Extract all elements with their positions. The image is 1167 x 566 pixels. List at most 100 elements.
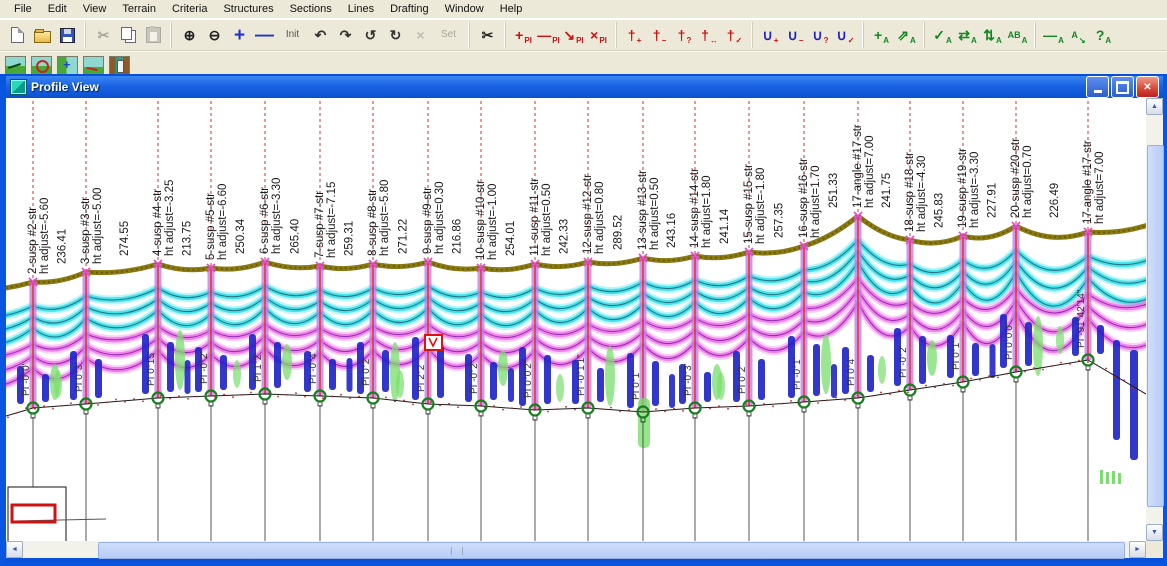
svg-text:11-susp #11-str: 11-susp #11-str — [529, 178, 541, 256]
add-section-button[interactable]: ∪+ — [758, 23, 783, 47]
scroll-down-icon[interactable]: ▼ — [1146, 524, 1163, 541]
cut-button[interactable]: ✂ — [91, 23, 116, 47]
profile-view-titlebar[interactable]: Profile View ✕ — [6, 76, 1163, 98]
svg-text:271.22: 271.22 — [398, 219, 410, 254]
label-add-button[interactable]: +A — [869, 23, 894, 47]
move-structure-button[interactable]: †↔ — [697, 23, 722, 47]
save-button[interactable] — [55, 23, 80, 47]
zoom-out-button[interactable]: ⊖ — [202, 23, 227, 47]
menu-file[interactable]: File — [6, 1, 40, 17]
set-button[interactable]: Set — [433, 23, 464, 47]
toolbar-group — [2, 22, 83, 48]
zoom-plus-button[interactable]: + — [227, 23, 252, 47]
label-check-button[interactable]: ✓A — [930, 23, 955, 47]
updown-a-icon-sub: A — [996, 35, 1002, 46]
vertical-scrollbar[interactable]: ▲ ▼ — [1146, 98, 1163, 541]
pan-button[interactable]: × — [408, 23, 433, 47]
label-question-button[interactable]: ?A — [1091, 23, 1116, 47]
menu-window[interactable]: Window — [437, 1, 492, 17]
scroll-left-icon[interactable]: ◄ — [6, 541, 23, 558]
menu-lines[interactable]: Lines — [340, 1, 382, 17]
close-button[interactable]: ✕ — [1136, 76, 1159, 98]
svg-text:ht adjust=-1.80: ht adjust=-1.80 — [755, 168, 767, 244]
menu-edit[interactable]: Edit — [40, 1, 75, 17]
delete-structure-button[interactable]: †− — [647, 23, 672, 47]
svg-text:4-susp #4-str: 4-susp #4-str — [152, 189, 164, 256]
menu-drafting[interactable]: Drafting — [382, 1, 437, 17]
svg-text:216.86: 216.86 — [452, 219, 464, 254]
label-updown-button[interactable]: ⇅A — [980, 23, 1005, 47]
svg-text:PI -0°0': PI -0°0' — [21, 363, 32, 396]
arrow-a-icon: ⇗ — [897, 28, 909, 42]
svg-text:3-susp #3-str: 3-susp #3-str — [80, 197, 92, 264]
menu-structures[interactable]: Structures — [215, 1, 281, 17]
scroll-up-icon[interactable]: ▲ — [1146, 98, 1163, 115]
svg-text:16-susp #16-str: 16-susp #16-str — [798, 158, 810, 238]
svg-text:PI -0°1': PI -0°1' — [792, 357, 803, 390]
sag-check-icon: ∪ — [837, 28, 847, 42]
toolbar-group: ✓A⇄A⇅AABA — [924, 22, 1033, 48]
horizontal-scroll-thumb[interactable] — [98, 542, 1125, 559]
copy-button[interactable] — [116, 23, 141, 47]
svg-text:PI 0°4': PI 0°4' — [846, 357, 857, 386]
svg-text:241.14: 241.14 — [719, 208, 731, 244]
menu-criteria[interactable]: Criteria — [164, 1, 215, 17]
rotate-right-button[interactable]: ↷ — [333, 23, 358, 47]
label-drag-button[interactable]: ⇗A — [894, 23, 919, 47]
svg-text:ht adjust=-5.80: ht adjust=-5.80 — [379, 180, 391, 256]
minus-pi-icon: — — [537, 28, 551, 42]
svg-text:227.91: 227.91 — [987, 183, 999, 218]
svg-text:ht adjust=-6.60: ht adjust=-6.60 — [217, 184, 229, 260]
scissors-icon: ✂ — [98, 28, 110, 42]
horizontal-scrollbar[interactable]: ◄ ► — [6, 541, 1146, 558]
svg-text:PI -0°2': PI -0°2' — [898, 345, 909, 378]
label-abc-button[interactable]: ABA — [1005, 23, 1030, 47]
menu-sections[interactable]: Sections — [282, 1, 340, 17]
new-button[interactable] — [5, 23, 30, 47]
cancel-pi-button[interactable]: ×PI — [586, 23, 611, 47]
svg-text:PI 0°0'0": PI 0°0'0" — [1004, 321, 1015, 360]
open-button[interactable] — [30, 23, 55, 47]
menu-view[interactable]: View — [75, 1, 115, 17]
delete-pi-button[interactable]: —PI — [536, 23, 561, 47]
add-structure-button[interactable]: †+ — [622, 23, 647, 47]
label-swap-button[interactable]: ⇄A — [955, 23, 980, 47]
svg-text:PI -0°3': PI -0°3' — [683, 363, 694, 396]
svg-text:226.49: 226.49 — [1049, 183, 1061, 218]
x-pi-icon: × — [590, 28, 598, 42]
scroll-right-icon[interactable]: ► — [1129, 541, 1146, 558]
svg-text:20-susp #20-str: 20-susp #20-str — [1010, 138, 1022, 218]
rotate-ccw-button[interactable]: ↺ — [358, 23, 383, 47]
init-button[interactable]: Init — [277, 23, 308, 47]
profile-view-window: Profile View ✕ 2-susp #2-strht adjust=-5… — [0, 76, 1167, 566]
check-structure-button[interactable]: †✓ — [722, 23, 747, 47]
vertical-scroll-thumb[interactable] — [1147, 145, 1164, 507]
rotate-left-button[interactable]: ↶ — [308, 23, 333, 47]
question-a-icon: ? — [1096, 28, 1105, 42]
section-info-button[interactable]: ∪? — [808, 23, 833, 47]
label-minus-button[interactable]: —A — [1041, 23, 1066, 47]
menu-terrain[interactable]: Terrain — [114, 1, 164, 17]
maximize-button[interactable] — [1111, 76, 1134, 98]
structure-check-icon-sub: ✓ — [736, 35, 743, 46]
svg-text:17-angle #17-str: 17-angle #17-str — [1082, 140, 1094, 224]
svg-text:7-susp #7-str: 7-susp #7-str — [314, 191, 326, 258]
zoom-in-button[interactable]: ⊕ — [177, 23, 202, 47]
sag-question-icon: ∪ — [812, 28, 822, 42]
scrollbar-corner — [1146, 541, 1163, 558]
zoom-minus-button[interactable]: — — [252, 23, 277, 47]
structure-info-button[interactable]: †? — [672, 23, 697, 47]
minimize-button[interactable] — [1086, 76, 1109, 98]
check-section-button[interactable]: ∪✓ — [833, 23, 858, 47]
cut-section-button[interactable]: ✂ — [475, 23, 500, 47]
rotate-cw-button[interactable]: ↻ — [383, 23, 408, 47]
label-arrow-button[interactable]: A↘ — [1066, 23, 1091, 47]
paste-button[interactable] — [141, 23, 166, 47]
add-pi-button[interactable]: +PI — [511, 23, 536, 47]
profile-canvas[interactable]: 2-susp #2-strht adjust=-5.60236.41PI -0°… — [6, 98, 1146, 545]
sag-check-icon-sub: ✓ — [848, 35, 855, 46]
menu-help[interactable]: Help — [492, 1, 531, 17]
svg-text:6-susp #6-str: 6-susp #6-str — [259, 187, 271, 254]
move-pi-button[interactable]: ↘PI — [561, 23, 586, 47]
delete-section-button[interactable]: ∪− — [783, 23, 808, 47]
